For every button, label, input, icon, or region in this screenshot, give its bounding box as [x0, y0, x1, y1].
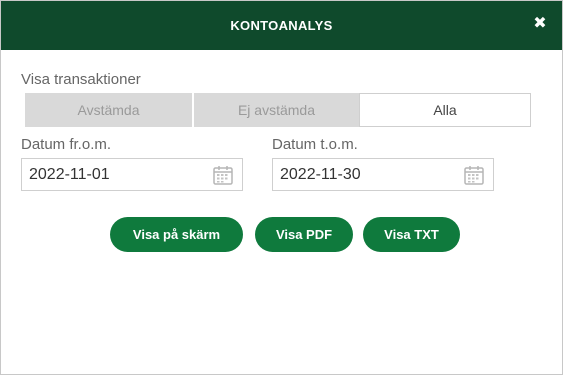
- close-icon[interactable]: ✖: [532, 16, 548, 32]
- show-on-screen-button[interactable]: Visa på skärm: [110, 217, 243, 252]
- date-to-field[interactable]: 2022-11-30: [272, 158, 494, 191]
- calendar-icon[interactable]: [463, 164, 485, 186]
- date-from-label: Datum fr.o.m.: [21, 136, 112, 153]
- date-from-value[interactable]: 2022-11-01: [22, 166, 212, 184]
- date-from-field[interactable]: 2022-11-01: [21, 158, 243, 191]
- date-to-value[interactable]: 2022-11-30: [273, 166, 463, 184]
- calendar-icon[interactable]: [212, 164, 234, 186]
- segment-alla[interactable]: Alla: [359, 93, 531, 127]
- segment-avstamda[interactable]: Avstämda: [25, 93, 192, 127]
- segment-ej-avstamda[interactable]: Ej avstämda: [194, 93, 359, 127]
- date-to-label: Datum t.o.m.: [272, 136, 358, 153]
- show-txt-button[interactable]: Visa TXT: [363, 217, 460, 252]
- kontoanalys-dialog: KONTOANALYS ✖ Visa transaktioner Avstämd…: [0, 0, 563, 375]
- dialog-header: KONTOANALYS ✖: [1, 1, 562, 50]
- dialog-title: KONTOANALYS: [230, 18, 333, 33]
- show-pdf-button[interactable]: Visa PDF: [255, 217, 353, 252]
- filter-label: Visa transaktioner: [21, 71, 141, 88]
- transaction-filter-segmented: Avstämda Ej avstämda Alla: [25, 93, 531, 127]
